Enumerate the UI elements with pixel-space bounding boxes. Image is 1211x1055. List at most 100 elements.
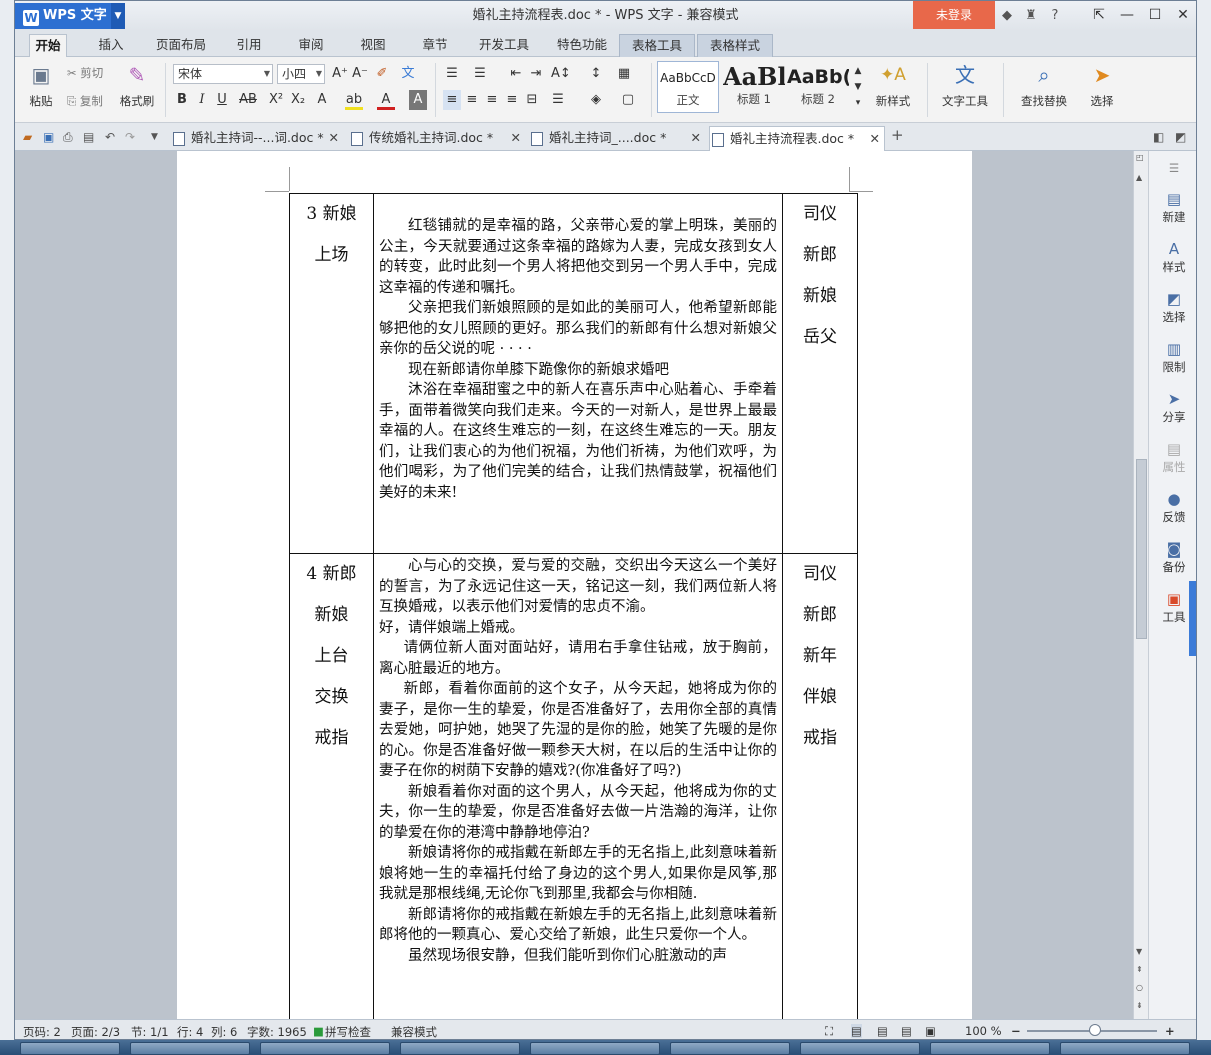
- align-right-icon[interactable]: ≡: [483, 90, 501, 110]
- copy-button[interactable]: ⎘ 复制: [67, 93, 103, 109]
- select-button[interactable]: ➤ 选择: [1081, 61, 1123, 109]
- numbering-icon[interactable]: ☰: [471, 64, 489, 84]
- side-share-button[interactable]: ➤ 分享: [1149, 389, 1196, 425]
- tab-options-icon[interactable]: ◩: [1175, 130, 1186, 144]
- status-word-count[interactable]: 字数: 1965: [247, 1024, 307, 1039]
- step-cell[interactable]: 4 新郎 新娘 上台 交换 戒指: [289, 553, 374, 1019]
- prev-page-icon[interactable]: ⇞: [1136, 965, 1143, 974]
- line-spacing-icon[interactable]: ☰: [549, 90, 567, 110]
- close-tab-icon[interactable]: ✕: [329, 126, 339, 150]
- align-center-icon[interactable]: ≡: [463, 90, 481, 110]
- new-tab-icon[interactable]: +: [891, 126, 904, 144]
- decrease-indent-icon[interactable]: ⇤: [507, 64, 525, 84]
- scroll-up-arrow-icon[interactable]: ▲: [1136, 173, 1142, 182]
- reading-view-icon[interactable]: ▣: [925, 1024, 936, 1038]
- document-workspace[interactable]: 3 新娘 上场 红毯铺就的是幸福的路，父亲带心爱的掌上明珠，美丽的公主，今天就要…: [15, 151, 1148, 1019]
- tab-developer[interactable]: 开发工具: [473, 34, 535, 57]
- close-tab-icon[interactable]: ✕: [691, 126, 701, 150]
- find-replace-button[interactable]: ⌕ 查找替换: [1013, 61, 1075, 109]
- tab-references[interactable]: 引用: [231, 34, 267, 57]
- close-button[interactable]: ✕: [1171, 4, 1195, 26]
- tab-home[interactable]: 开始: [29, 34, 67, 57]
- print-icon[interactable]: ⎙: [63, 130, 73, 145]
- document-page[interactable]: 3 新娘 上场 红毯铺就的是幸福的路，父亲带心爱的掌上明珠，美丽的公主，今天就要…: [177, 151, 972, 1019]
- tab-view[interactable]: 视图: [355, 34, 391, 57]
- zoom-slider-handle[interactable]: [1089, 1024, 1101, 1036]
- style-gallery-scroll-icon[interactable]: ▲ ▼ ▾: [849, 63, 867, 113]
- step-cell[interactable]: 3 新娘 上场: [289, 193, 374, 554]
- justify-icon[interactable]: ≡: [503, 90, 521, 110]
- sort-icon[interactable]: ↕: [587, 64, 605, 84]
- taskbar-item[interactable]: [530, 1042, 660, 1055]
- print-preview-icon[interactable]: ▤: [83, 130, 94, 144]
- status-page-number[interactable]: 页码: 2: [23, 1024, 61, 1039]
- script-cell[interactable]: 红毯铺就的是幸福的路，父亲带心爱的掌上明珠，美丽的公主，今天就要通过这条幸福的路…: [373, 193, 783, 554]
- tab-sections[interactable]: 章节: [417, 34, 453, 57]
- paste-button[interactable]: ▣ 粘贴: [21, 61, 61, 109]
- help-icon[interactable]: ?: [1045, 6, 1065, 26]
- increase-indent-icon[interactable]: ⇥: [527, 64, 545, 84]
- text-direction-icon[interactable]: A↕: [551, 64, 571, 84]
- next-page-icon[interactable]: ⇟: [1136, 1001, 1143, 1010]
- scroll-thumb[interactable]: [1136, 459, 1147, 639]
- people-cell[interactable]: 司仪 新郎 新娘 岳父: [782, 193, 858, 554]
- grow-font-icon[interactable]: A⁺: [331, 64, 349, 84]
- taskbar-item[interactable]: [800, 1042, 920, 1055]
- redo-icon[interactable]: ↷: [125, 130, 135, 144]
- undo-icon[interactable]: ↶: [105, 130, 115, 144]
- quick-access-dropdown-icon[interactable]: ▼: [151, 132, 158, 142]
- strikethrough-icon[interactable]: AB: [237, 90, 259, 110]
- side-backup-button[interactable]: ◙ 备份: [1149, 539, 1196, 575]
- tab-table-tools[interactable]: 表格工具: [619, 34, 695, 57]
- app-menu-dropdown-icon[interactable]: ▼: [111, 3, 125, 29]
- page-view-icon[interactable]: ▤: [851, 1024, 862, 1038]
- char-shading-icon[interactable]: A: [409, 90, 427, 110]
- highlight-icon[interactable]: ab: [345, 90, 363, 110]
- restore-layout-icon[interactable]: ⇱: [1087, 4, 1111, 26]
- doc-tab[interactable]: 婚礼主持词_....doc * ✕: [529, 126, 705, 151]
- script-cell[interactable]: 心与心的交换，爱与爱的交融，交织出今天这么一个美好的誓言，为了永远记住这一天，铭…: [373, 553, 783, 1019]
- superscript-icon[interactable]: X²: [267, 90, 285, 110]
- taskbar-item[interactable]: [1060, 1042, 1190, 1055]
- doc-tab[interactable]: 传统婚礼主持词.doc * ✕: [349, 126, 525, 151]
- subscript-icon[interactable]: X₂: [289, 90, 307, 110]
- tab-table-styles[interactable]: 表格样式: [697, 34, 773, 57]
- tab-review[interactable]: 审阅: [293, 34, 329, 57]
- taskbar-item[interactable]: [670, 1042, 790, 1055]
- scroll-down-arrow-icon[interactable]: ▼: [1136, 947, 1142, 956]
- vertical-scrollbar[interactable]: ◰ ▲ ▼ ⇞ ○ ⇟: [1133, 151, 1148, 1019]
- outline-view-icon[interactable]: ▤: [901, 1024, 912, 1038]
- bullets-icon[interactable]: ☰: [443, 64, 461, 84]
- shading-icon[interactable]: ◈: [587, 90, 605, 110]
- italic-icon[interactable]: I: [193, 90, 211, 110]
- web-view-icon[interactable]: ▤: [877, 1024, 888, 1038]
- tab-features[interactable]: 特色功能: [551, 34, 613, 57]
- shirt-icon[interactable]: ◆: [997, 6, 1017, 26]
- doc-tab[interactable]: 婚礼主持词--...词.doc * ✕: [171, 126, 343, 151]
- style-normal[interactable]: AaBbCcD 正文: [657, 61, 719, 113]
- font-size-select[interactable]: 小四 ▼: [277, 64, 325, 84]
- style-heading-1[interactable]: AaBl 标题 1: [723, 61, 785, 113]
- cut-button[interactable]: ✂ 剪切: [67, 65, 103, 81]
- distribute-icon[interactable]: ⊟: [523, 90, 541, 110]
- text-effect-icon[interactable]: A: [313, 90, 331, 110]
- side-select-button[interactable]: ◩ 选择: [1149, 289, 1196, 325]
- side-new-button[interactable]: ▤ 新建: [1149, 189, 1196, 225]
- skin-icon[interactable]: ♜: [1021, 6, 1041, 26]
- close-tab-icon[interactable]: ✕: [511, 126, 521, 150]
- zoom-level[interactable]: 100 %: [965, 1024, 1002, 1038]
- clear-format-icon[interactable]: ✐: [373, 64, 391, 84]
- zoom-in-icon[interactable]: +: [1165, 1024, 1175, 1038]
- phonetic-guide-icon[interactable]: 文: [399, 64, 417, 84]
- login-button[interactable]: 未登录: [913, 1, 995, 29]
- people-cell[interactable]: 司仪 新郎 新年 伴娘 戒指: [782, 553, 858, 1019]
- text-tools-button[interactable]: 文 文字工具: [933, 61, 997, 109]
- side-feedback-button[interactable]: ● 反馈: [1149, 489, 1196, 525]
- app-menu-button[interactable]: W WPS 文字: [15, 3, 125, 29]
- tab-insert[interactable]: 插入: [93, 34, 129, 57]
- side-properties-button[interactable]: ▤ 属性: [1149, 439, 1196, 475]
- panel-menu-icon[interactable]: ☰: [1149, 161, 1196, 175]
- save-icon[interactable]: ▣: [43, 130, 54, 144]
- taskbar-item[interactable]: [20, 1042, 120, 1055]
- bold-icon[interactable]: B: [173, 90, 191, 110]
